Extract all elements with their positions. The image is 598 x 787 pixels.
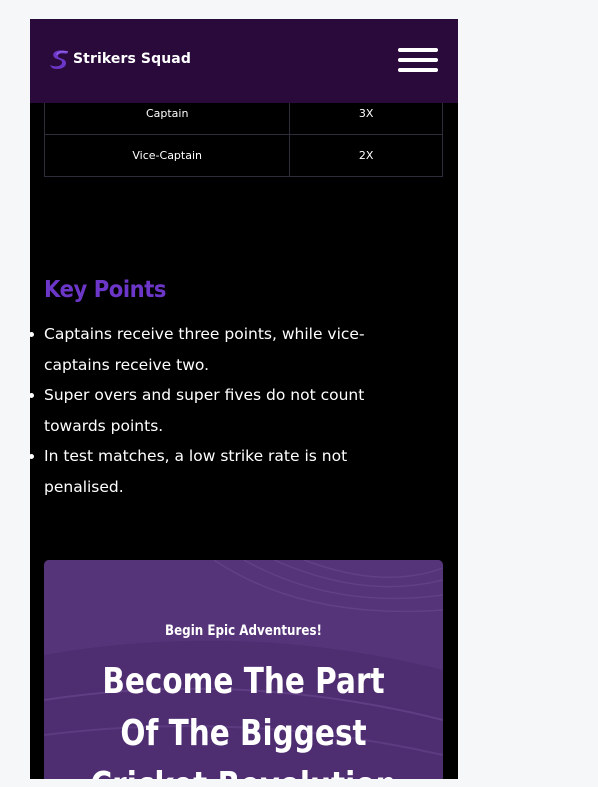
brand-logo[interactable]: Strikers Squad xyxy=(48,47,191,71)
promo-title: Become The Part Of The Biggest Cricket R… xyxy=(80,656,407,779)
table-row: Vice-Captain 2X xyxy=(43,134,443,177)
promo-banner: Begin Epic Adventures! Become The Part O… xyxy=(44,560,443,779)
table-cell-multiplier: 2X xyxy=(289,134,443,177)
s-logo-icon xyxy=(50,50,69,69)
site-header: Strikers Squad xyxy=(30,19,458,103)
brand-name: Strikers Squad xyxy=(73,51,191,67)
key-points-list: Captains receive three points, while vic… xyxy=(30,319,414,502)
key-points-heading: Key Points xyxy=(44,277,167,303)
hamburger-menu-icon[interactable] xyxy=(396,47,440,75)
list-item: In test matches, a low strike rate is no… xyxy=(30,441,414,502)
page-viewport: Strikers Squad Captain 3X Vice-Captain 2… xyxy=(30,19,458,779)
table-cell-role: Vice-Captain xyxy=(43,134,291,177)
list-item: Captains receive three points, while vic… xyxy=(30,319,414,380)
promo-title-line: Cricket Revolution xyxy=(80,760,407,779)
list-item: Super overs and super fives do not count… xyxy=(30,380,414,441)
promo-title-line: Become The Part xyxy=(102,661,385,702)
promo-title-line: Of The Biggest xyxy=(120,713,367,754)
points-multiplier-table: Captain 3X Vice-Captain 2X xyxy=(43,92,443,177)
promo-kicker: Begin Epic Adventures! xyxy=(165,623,322,639)
